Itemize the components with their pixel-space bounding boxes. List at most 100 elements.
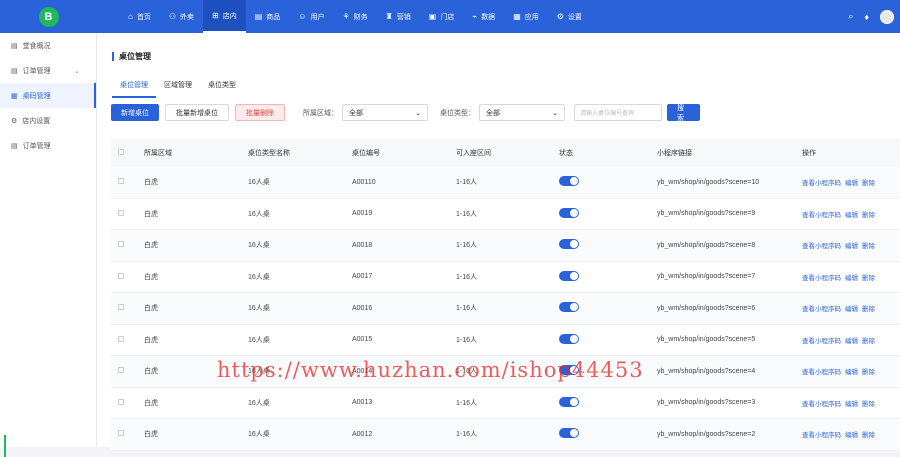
nav-item-7[interactable]: ▣ 门店 bbox=[420, 0, 464, 33]
delete-link[interactable]: 删除 bbox=[862, 209, 875, 219]
edit-link[interactable]: 编辑 bbox=[845, 335, 858, 345]
status-toggle[interactable] bbox=[559, 176, 579, 187]
status-toggle[interactable] bbox=[559, 302, 579, 313]
logo-icon: B bbox=[38, 6, 59, 27]
add-table-button[interactable]: 新增桌位 bbox=[111, 104, 159, 121]
status-toggle[interactable] bbox=[559, 333, 579, 344]
tab-0[interactable]: 桌位管理 bbox=[112, 78, 156, 98]
cell-area: 白虎 bbox=[144, 273, 158, 281]
edit-link[interactable]: 编辑 bbox=[845, 366, 858, 376]
nav-item-5[interactable]: ⚘ 财务 bbox=[333, 0, 376, 33]
batch-delete-button[interactable]: 批量删除 bbox=[235, 104, 285, 121]
table-row: 白虎 16人桌 A0013 1-16人 yb_wm/shop/in/goods?scen… bbox=[111, 388, 900, 419]
row-checkbox[interactable] bbox=[118, 398, 124, 405]
cell-type: 16人桌 bbox=[248, 210, 270, 218]
sidebar-item-label: 店内设置 bbox=[22, 117, 51, 125]
cell-link: yb_wm/shop/in/goods?scene=10 bbox=[657, 178, 760, 186]
tab-1[interactable]: 区域管理 bbox=[156, 78, 200, 98]
cell-link: yb_wm/shop/in/goods?scene=8 bbox=[657, 241, 756, 249]
table-row: 白虎 16人桌 A0017 1-16人 yb_wm/shop/in/goods?scen… bbox=[111, 262, 900, 293]
delete-link[interactable]: 删除 bbox=[862, 177, 875, 187]
view-qrcode-link[interactable]: 查看小程序码 bbox=[802, 366, 841, 376]
edit-link[interactable]: 编辑 bbox=[845, 303, 858, 313]
nav-item-label: 商品 bbox=[266, 13, 281, 21]
tab-2[interactable]: 桌位类型 bbox=[200, 78, 244, 98]
delete-link[interactable]: 删除 bbox=[862, 240, 875, 250]
view-qrcode-link[interactable]: 查看小程序码 bbox=[802, 209, 841, 219]
cell-area: 白虎 bbox=[144, 210, 158, 218]
delete-link[interactable]: 删除 bbox=[862, 366, 875, 376]
view-qrcode-link[interactable]: 查看小程序码 bbox=[802, 429, 841, 439]
bell-icon[interactable]: ♦ bbox=[864, 12, 869, 22]
nav-item-4[interactable]: ☺ 用户 bbox=[289, 0, 333, 33]
nav-item-3[interactable]: ▤ 商品 bbox=[246, 0, 290, 33]
row-checkbox-cell bbox=[111, 398, 129, 407]
status-toggle[interactable] bbox=[559, 207, 579, 218]
status-toggle[interactable] bbox=[559, 396, 579, 407]
type-select[interactable]: 全部 ⌄ bbox=[479, 104, 565, 121]
search-button[interactable]: 搜索 bbox=[667, 104, 700, 122]
nav-icon: ⚇ bbox=[168, 12, 177, 21]
view-qrcode-link[interactable]: 查看小程序码 bbox=[802, 240, 841, 250]
nav-item-1[interactable]: ⚇ 外卖 bbox=[160, 0, 203, 33]
cell-actions: 查看小程序码 编辑 删除 bbox=[793, 272, 900, 282]
status-toggle[interactable] bbox=[559, 239, 579, 250]
nav-item-8[interactable]: ⌁ 数据 bbox=[463, 0, 504, 33]
view-qrcode-link[interactable]: 查看小程序码 bbox=[802, 177, 841, 187]
sidebar-item-label: 订单管理 bbox=[22, 142, 51, 150]
view-qrcode-link[interactable]: 查看小程序码 bbox=[802, 303, 841, 313]
sidebar-item-0[interactable]: ▤ 堂食概况 bbox=[0, 33, 96, 58]
cell-actions: 查看小程序码 编辑 删除 bbox=[793, 429, 900, 439]
nav-item-6[interactable]: ♜ 营销 bbox=[377, 0, 420, 33]
row-checkbox[interactable] bbox=[118, 272, 124, 279]
edit-link[interactable]: 编辑 bbox=[845, 272, 858, 282]
delete-link[interactable]: 删除 bbox=[862, 429, 875, 439]
sidebar-item-icon: ▤ bbox=[11, 42, 18, 50]
status-toggle[interactable] bbox=[559, 270, 579, 281]
sidebar-item-4[interactable]: ▤ 订单管理 bbox=[0, 133, 96, 158]
edit-link[interactable]: 编辑 bbox=[845, 209, 858, 219]
cell-actions: 查看小程序码 编辑 删除 bbox=[793, 209, 900, 219]
area-select[interactable]: 全部 ⌄ bbox=[342, 104, 428, 121]
cell-type: 16人桌 bbox=[248, 273, 270, 281]
sidebar-item-2[interactable]: ▦ 桌码管理 bbox=[0, 83, 96, 108]
edit-link[interactable]: 编辑 bbox=[845, 177, 858, 187]
edit-link[interactable]: 编辑 bbox=[845, 398, 858, 408]
avatar[interactable] bbox=[880, 9, 894, 24]
delete-link[interactable]: 删除 bbox=[862, 335, 875, 345]
row-checkbox[interactable] bbox=[118, 241, 124, 248]
nav-item-2[interactable]: ⊞ 店内 bbox=[203, 0, 246, 33]
view-qrcode-link[interactable]: 查看小程序码 bbox=[802, 398, 841, 408]
delete-link[interactable]: 删除 bbox=[862, 303, 875, 313]
row-checkbox[interactable] bbox=[118, 304, 124, 311]
search-input[interactable]: 请输入桌位编号查询 bbox=[574, 104, 662, 121]
edit-link[interactable]: 编辑 bbox=[845, 240, 858, 250]
cell-type: 16人桌 bbox=[248, 336, 270, 344]
row-checkbox[interactable] bbox=[118, 209, 124, 216]
row-checkbox[interactable] bbox=[118, 430, 124, 437]
delete-link[interactable]: 删除 bbox=[862, 398, 875, 408]
column-header: 桌位类型名称 bbox=[248, 150, 290, 157]
app-logo[interactable]: B bbox=[0, 0, 97, 33]
search-icon[interactable]: ⌕ bbox=[848, 11, 853, 22]
nav-item-9[interactable]: ▦ 应用 bbox=[504, 0, 548, 33]
delete-link[interactable]: 删除 bbox=[862, 272, 875, 282]
view-qrcode-link[interactable]: 查看小程序码 bbox=[802, 272, 841, 282]
row-checkbox[interactable] bbox=[118, 178, 124, 185]
batch-add-button[interactable]: 批量新增桌位 bbox=[165, 104, 229, 121]
nav-item-10[interactable]: ⚙ 设置 bbox=[548, 0, 591, 33]
sidebar-item-3[interactable]: ⚙ 店内设置 bbox=[0, 108, 96, 133]
row-checkbox[interactable] bbox=[118, 335, 124, 342]
nav-item-label: 首页 bbox=[136, 13, 151, 21]
nav-icon: ▤ bbox=[254, 12, 263, 21]
row-checkbox-cell bbox=[111, 304, 129, 312]
nav-item-0[interactable]: ⌂ 首页 bbox=[119, 0, 160, 33]
edit-link[interactable]: 编辑 bbox=[845, 429, 858, 439]
view-qrcode-link[interactable]: 查看小程序码 bbox=[802, 335, 841, 345]
select-all-checkbox[interactable] bbox=[118, 149, 124, 155]
row-checkbox-cell bbox=[111, 430, 129, 438]
status-toggle[interactable] bbox=[559, 428, 579, 439]
sidebar-item-1[interactable]: ▤ 订单管理 ⌄ bbox=[0, 58, 96, 83]
row-checkbox[interactable] bbox=[118, 367, 124, 374]
cell-range: 1-16人 bbox=[456, 305, 478, 313]
